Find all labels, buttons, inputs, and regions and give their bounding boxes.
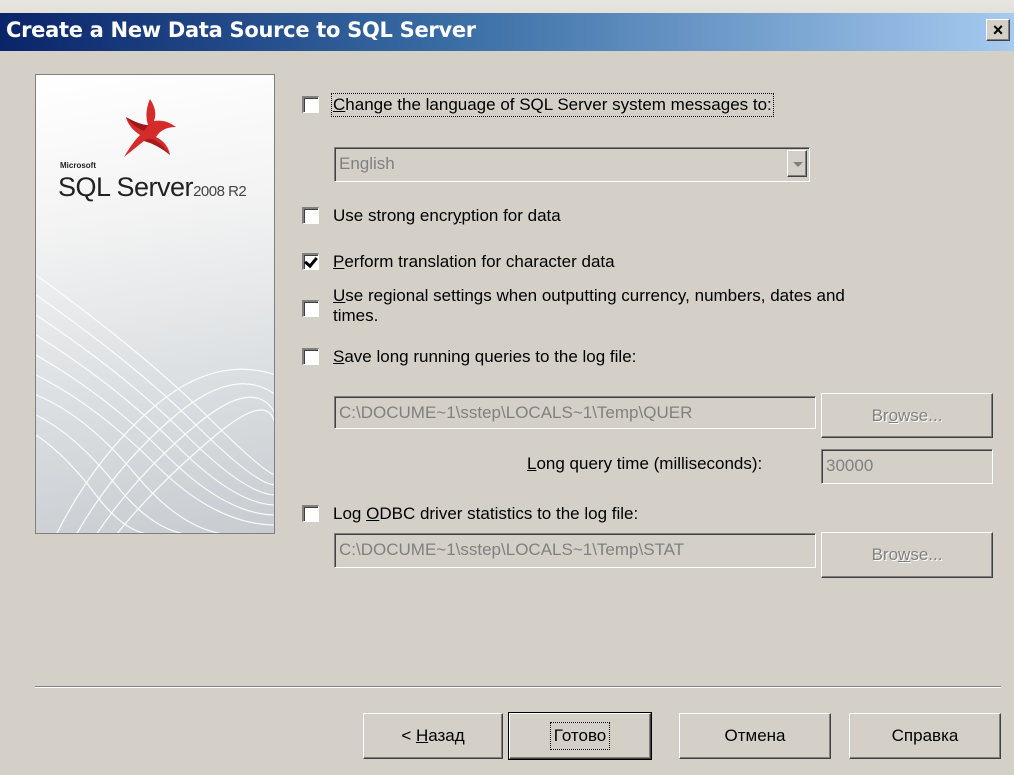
long-query-time-input[interactable]: 30000 <box>821 449 993 484</box>
language-select[interactable]: English <box>334 147 810 182</box>
save-long-queries-label[interactable]: Save long running queries to the log fil… <box>333 347 636 367</box>
accel-key: U <box>333 286 346 305</box>
cancel-label: Отмена <box>724 726 786 745</box>
chevron-down-icon[interactable] <box>787 150 807 177</box>
long-query-time-label: Long query time (milliseconds): <box>527 454 762 474</box>
change-language-checkbox[interactable] <box>302 96 319 113</box>
change-language-label[interactable]: Change the language of SQL Server system… <box>331 93 774 117</box>
label-text: < <box>401 726 416 745</box>
product-name-text: SQL Server <box>58 172 194 202</box>
label-text: hange the language of SQL Server system … <box>345 95 772 114</box>
accel-key: L <box>527 454 537 473</box>
translate-char-checkbox[interactable] <box>302 253 319 270</box>
finish-label: Готово <box>549 722 611 750</box>
close-icon: × <box>992 20 1004 40</box>
sql-server-logo-panel: Microsoft SQL Server2008 R2 <box>35 74 275 534</box>
back-button[interactable]: < Назад <box>363 713 503 759</box>
sql-server-logo-icon <box>124 99 176 157</box>
log-odbc-stats-option[interactable]: Log ODBC driver statistics to the log fi… <box>302 504 638 524</box>
regional-settings-option[interactable]: Use regional settings when outputting cu… <box>302 286 845 326</box>
log-odbc-stats-checkbox[interactable] <box>302 505 319 522</box>
label-text: se... <box>910 545 943 564</box>
accel-key: C <box>333 95 346 114</box>
accel-key: w <box>898 545 911 564</box>
label-text: Use strong encr <box>333 206 453 225</box>
label-text: Bro <box>871 545 899 564</box>
close-button[interactable]: × <box>986 19 1010 41</box>
strong-encryption-label[interactable]: Use strong encryption for data <box>333 206 561 226</box>
browse-stats-log-button[interactable]: Browse... <box>821 532 993 578</box>
accel-key: o <box>888 405 899 425</box>
accel-key: y <box>453 206 462 225</box>
label-text: se regional settings when outputting cur… <box>345 286 845 305</box>
help-button[interactable]: Справка <box>849 713 1001 759</box>
label-text: Log <box>333 504 367 523</box>
accel-key: P <box>333 252 345 271</box>
browse-query-log-button[interactable]: Browse... <box>821 393 993 438</box>
regional-settings-label[interactable]: Use regional settings when outputting cu… <box>333 286 845 326</box>
translate-char-label[interactable]: Perform translation for character data <box>333 252 615 272</box>
help-label: Справка <box>891 726 959 745</box>
regional-settings-checkbox[interactable] <box>302 300 319 317</box>
label-text: ption for data <box>461 206 561 225</box>
product-version: 2008 R2 <box>193 183 247 200</box>
finish-button[interactable]: Готово <box>508 712 652 760</box>
change-language-option[interactable]: Change the language of SQL Server system… <box>302 93 774 117</box>
language-select-value: English <box>339 154 395 173</box>
title-bar: Create a New Data Source to SQL Server × <box>0 0 1014 51</box>
cancel-button[interactable]: Отмена <box>679 713 831 759</box>
back-label: < Назад <box>401 726 464 746</box>
accel-key: O <box>366 504 380 523</box>
save-long-queries-checkbox[interactable] <box>302 348 319 365</box>
stats-log-path-input[interactable]: C:\DOCUME~1\sstep\LOCALS~1\Temp\STAT <box>334 533 816 568</box>
strong-encryption-checkbox[interactable] <box>302 207 319 224</box>
product-name: SQL Server2008 R2 <box>58 172 247 203</box>
label-text: erform translation for character data <box>344 252 615 271</box>
browse-label: Browse... <box>872 545 943 565</box>
save-long-queries-option[interactable]: Save long running queries to the log fil… <box>302 347 636 367</box>
microsoft-label: Microsoft <box>60 161 96 170</box>
label-text: wse... <box>898 405 943 425</box>
label-text: азад <box>428 726 465 745</box>
log-odbc-stats-label[interactable]: Log ODBC driver statistics to the log fi… <box>333 504 638 524</box>
label-text: Br <box>871 405 889 425</box>
strong-encryption-option[interactable]: Use strong encryption for data <box>302 206 561 226</box>
label-text: ong query time (milliseconds): <box>536 454 763 473</box>
window-title: Create a New Data Source to SQL Server <box>6 18 476 42</box>
accel-key: Н <box>415 726 429 745</box>
accel-key: S <box>333 347 345 366</box>
label-text: DBC driver statistics to the log file: <box>379 504 639 523</box>
footer-separator <box>35 686 1001 688</box>
browse-label: Browse... <box>872 406 943 426</box>
query-log-path-input[interactable]: C:\DOCUME~1\sstep\LOCALS~1\Temp\QUER <box>334 396 816 429</box>
label-text: ave long running queries to the log file… <box>344 347 637 366</box>
label-text-line2: times. <box>333 306 379 325</box>
translate-char-option[interactable]: Perform translation for character data <box>302 252 615 272</box>
